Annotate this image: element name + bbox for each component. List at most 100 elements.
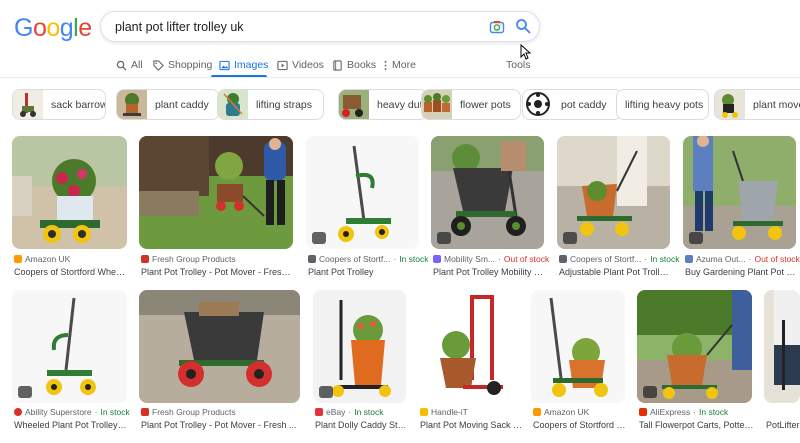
more-icon (384, 60, 387, 70)
tab-shopping[interactable]: Shopping (153, 59, 212, 71)
stock-status: Out of stock (503, 254, 550, 264)
result-image[interactable] (683, 136, 796, 249)
search-input[interactable]: plant pot lifter trolley uk (115, 20, 244, 34)
tab-videos[interactable]: Videos (277, 59, 324, 71)
chip-lifting-heavy-pots[interactable]: lifting heavy pots (616, 89, 709, 120)
chip-pot-caddy[interactable]: pot caddy (522, 89, 622, 120)
chip-label: plant caddy (155, 98, 209, 111)
result-image[interactable] (557, 136, 670, 249)
source-name: Mobility Sm... (444, 254, 496, 264)
result-image[interactable] (12, 290, 127, 403)
result-title[interactable]: Plant Pot Trolley - Pot Mover - Fresh ..… (141, 420, 302, 430)
tab-books[interactable]: Books (332, 59, 376, 71)
result-image[interactable] (418, 290, 519, 403)
chip-thumbnail (422, 90, 452, 119)
ebay-favicon-icon (315, 408, 323, 416)
product-badge-icon (312, 232, 326, 244)
azuma-favicon-icon (685, 255, 693, 263)
result-source[interactable]: Handle-iT (420, 407, 468, 417)
result-source[interactable]: Ability Superstore · In stock (14, 407, 130, 417)
result-source[interactable]: Azuma Out... · Out of stock (685, 254, 800, 264)
stock-status: In stock (650, 254, 680, 264)
image-icon (219, 60, 230, 70)
result-title[interactable]: Coopers of Stortford Wheele... (14, 267, 129, 277)
result-title[interactable]: Wheeled Plant Pot Trolley – A... (14, 420, 129, 430)
source-name: eBay (326, 407, 346, 417)
tab-label: More (392, 59, 416, 71)
chip-label: heavy duty (377, 98, 428, 111)
aliexpress-favicon-icon (639, 408, 647, 416)
result-image[interactable] (139, 136, 293, 249)
chip-flower-pots[interactable]: flower pots (421, 89, 521, 120)
chip-plant-mover[interactable]: plant mover (714, 89, 800, 120)
tab-all[interactable]: All (116, 59, 143, 71)
chip-plant-caddy[interactable]: plant caddy (116, 89, 220, 120)
source-name: Fresh Group Products (152, 407, 236, 417)
chip-lifting-straps[interactable]: lifting straps (217, 89, 324, 120)
result-image[interactable] (764, 290, 800, 403)
result-source[interactable]: Amazon UK (14, 254, 70, 264)
source-name: Handle-iT (431, 407, 468, 417)
product-badge-icon (319, 386, 333, 398)
chip-label: pot caddy (561, 98, 607, 111)
result-title[interactable]: Plant Pot Trolley Mobility Sm... (433, 267, 546, 277)
result-title[interactable]: Adjustable Plant Pot Trolley - ... (559, 267, 672, 277)
result-source[interactable]: Amazon UK (533, 407, 589, 417)
chip-thumbnail (339, 90, 369, 119)
result-title[interactable]: Plant Pot Moving Sack Ba... (420, 420, 523, 430)
search-box[interactable]: plant pot lifter trolley uk (100, 11, 540, 42)
result-title[interactable]: Plant Pot Trolley - Pot Mover - Fresh ..… (141, 267, 295, 277)
stock-status: Out of stock (754, 254, 800, 264)
source-name: Azuma Out... (696, 254, 746, 264)
result-image[interactable] (637, 290, 752, 403)
product-badge-icon (643, 386, 657, 398)
result-title[interactable]: Tall Flowerpot Carts, Potted P... (639, 420, 754, 430)
chip-thumbnail (523, 90, 553, 119)
result-title[interactable]: Coopers of Stortford W... (533, 420, 629, 430)
result-image[interactable] (431, 136, 544, 249)
result-source[interactable]: Fresh Group Products (141, 407, 236, 417)
result-source[interactable]: AliExpress · In stock (639, 407, 728, 417)
amazon-favicon-icon (533, 408, 541, 416)
tab-label: Shopping (168, 59, 213, 71)
tools-button[interactable]: Tools (506, 59, 531, 71)
chip-sack-barrow[interactable]: sack barrow (12, 89, 106, 120)
result-image[interactable] (139, 290, 300, 403)
result-image[interactable] (531, 290, 625, 403)
source-name: Fresh Group Products (152, 254, 236, 264)
result-title[interactable]: Plant Dolly Caddy Stan... (315, 420, 410, 430)
result-image[interactable] (306, 136, 419, 249)
tab-label: Videos (292, 59, 324, 71)
chip-label: lifting heavy pots (625, 98, 704, 111)
chip-thumbnail (218, 90, 248, 119)
book-icon (333, 59, 342, 71)
amazon-favicon-icon (14, 255, 22, 263)
tab-more[interactable]: More (383, 59, 416, 71)
tab-images[interactable]: Images (219, 59, 268, 71)
result-source[interactable]: Fresh Group Products (141, 254, 236, 264)
search-icon[interactable] (515, 18, 531, 34)
result-source[interactable]: eBay · In stock (315, 407, 384, 417)
result-title[interactable]: PotLifter (766, 420, 800, 430)
result-title[interactable]: Buy Gardening Plant Pot Troll... (685, 267, 798, 277)
product-badge-icon (437, 232, 451, 244)
tab-label: Books (347, 59, 377, 71)
chip-heavy-duty[interactable]: heavy duty (338, 89, 428, 120)
source-name: Amazon UK (544, 407, 590, 417)
chip-label: sack barrow (51, 98, 106, 111)
product-badge-icon (689, 232, 703, 244)
source-name: Coopers of Stortf... (319, 254, 391, 264)
result-source[interactable]: Coopers of Stortf... · In stock (308, 254, 428, 264)
google-logo[interactable]: Google (14, 14, 92, 43)
result-source[interactable]: Mobility Sm... · Out of stock (433, 254, 549, 264)
chip-label: lifting straps (256, 98, 313, 111)
result-image[interactable] (12, 136, 127, 249)
fresh-group-favicon-icon (141, 255, 149, 263)
stock-status: In stock (699, 407, 729, 417)
result-image[interactable] (313, 290, 406, 403)
result-title[interactable]: Plant Pot Trolley (308, 267, 421, 277)
tab-label: Images (234, 59, 269, 71)
camera-lens-icon[interactable] (489, 19, 505, 35)
result-source[interactable]: Coopers of Stortf... · In stock (559, 254, 679, 264)
chip-thumbnail (13, 90, 43, 119)
